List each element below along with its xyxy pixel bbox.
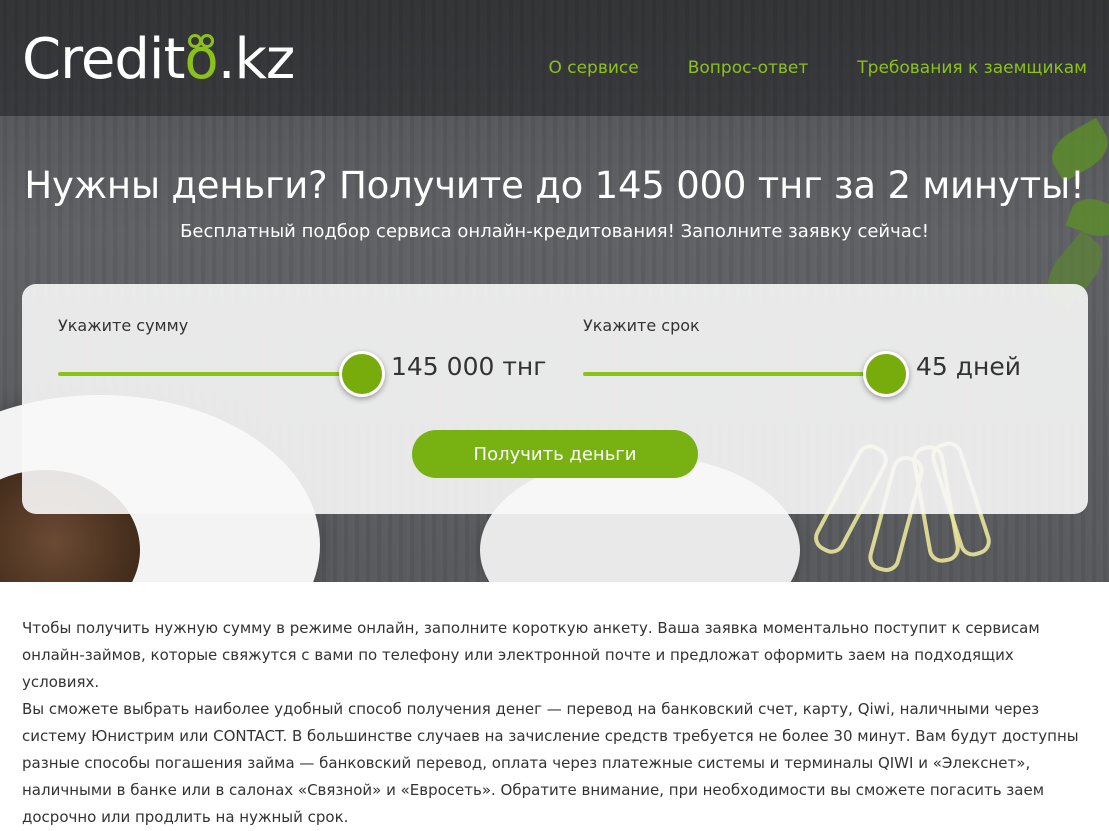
amount-slider-fill [58,372,362,376]
amount-slider-track[interactable] [58,372,362,376]
main-nav: О сервисе Вопрос-ответ Требования к заем… [548,58,1087,78]
logo-text-end: .kz [217,27,296,92]
loan-form: Укажите сумму 145 000 тнг Укажите срок 4… [22,284,1088,514]
description-paragraph: Чтобы получить нужную сумму в режиме онл… [22,619,1040,691]
description-paragraph: Вы сможете выбрать наиболее удобный спос… [22,700,1079,826]
logo-accent-letter: o [184,27,218,92]
hero-section: Credito.kz О сервисе Вопрос-ответ Требов… [0,0,1109,582]
amount-label: Укажите сумму [58,316,189,335]
amount-slider-handle[interactable] [339,351,385,397]
nav-link-requirements[interactable]: Требования к заемщикам [857,58,1087,78]
term-slider-fill [583,372,865,376]
description-text: Чтобы получить нужную сумму в режиме онл… [22,615,1088,831]
logo-text-start: Credit [22,27,185,92]
nav-link-about[interactable]: О сервисе [548,58,638,78]
term-label: Укажите срок [583,316,700,335]
header: Credito.kz О сервисе Вопрос-ответ Требов… [0,0,1109,116]
amount-value: 145 000 тнг [391,352,547,381]
hero-title: Нужны деньги? Получите до 145 000 тнг за… [24,164,1085,207]
hero-subtitle: Бесплатный подбор сервиса онлайн-кредито… [180,221,929,242]
term-value: 45 дней [916,352,1022,381]
nav-link-faq[interactable]: Вопрос-ответ [688,58,809,78]
get-money-button[interactable]: Получить деньги [412,430,698,478]
term-slider-track[interactable] [583,372,865,376]
term-slider-handle[interactable] [863,351,909,397]
logo[interactable]: Credito.kz [22,27,296,92]
